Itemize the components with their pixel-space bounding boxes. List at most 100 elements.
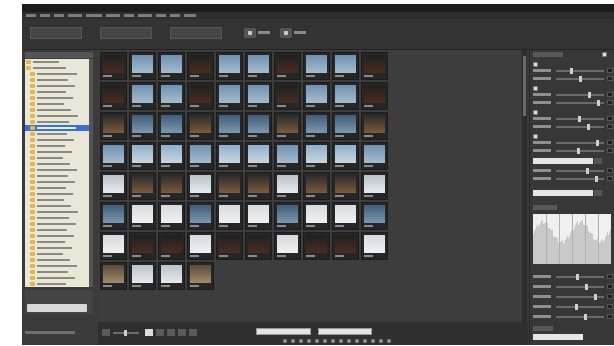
- thumbnail[interactable]: [100, 202, 127, 230]
- preset-dropdown[interactable]: [594, 158, 602, 164]
- folder-tree[interactable]: [25, 59, 89, 287]
- thumbnail[interactable]: [187, 112, 214, 140]
- adjust-slider[interactable]: [556, 100, 604, 106]
- nav-dot[interactable]: [371, 339, 375, 343]
- thumbnail[interactable]: [158, 112, 185, 140]
- thumbnail[interactable]: [303, 82, 330, 110]
- thumbnail[interactable]: [274, 142, 301, 170]
- auto-tone-checkbox[interactable]: [533, 62, 538, 67]
- adjust-slider[interactable]: [556, 284, 604, 290]
- slider-knob[interactable]: [596, 140, 599, 146]
- thumbnail[interactable]: [216, 82, 243, 110]
- thumbnail[interactable]: [216, 202, 243, 230]
- slider-value[interactable]: [607, 168, 613, 173]
- thumbnail[interactable]: [158, 82, 185, 110]
- thumbnail[interactable]: [187, 202, 214, 230]
- nav-dot[interactable]: [339, 339, 343, 343]
- adjust-slider[interactable]: [556, 314, 604, 320]
- panel-toggle[interactable]: [602, 52, 607, 57]
- thumbnail[interactable]: [245, 52, 272, 80]
- thumbnail[interactable]: [303, 112, 330, 140]
- tab-3[interactable]: [170, 27, 222, 39]
- adjust-slider[interactable]: [556, 140, 604, 146]
- thumbnail[interactable]: [274, 172, 301, 200]
- slider-knob[interactable]: [584, 314, 587, 320]
- filmstrip-view-button[interactable]: [178, 329, 186, 336]
- color-checkbox[interactable]: [533, 110, 538, 115]
- slider-value[interactable]: [607, 68, 613, 73]
- adjust-slider[interactable]: [556, 68, 604, 74]
- nav-dot[interactable]: [299, 339, 303, 343]
- tab-2[interactable]: [100, 27, 152, 39]
- filter-button[interactable]: [102, 329, 110, 336]
- adjust-slider[interactable]: [556, 294, 604, 300]
- adjust-slider[interactable]: [556, 168, 604, 174]
- menu-item-8[interactable]: [138, 14, 152, 17]
- thumbnail[interactable]: [274, 52, 301, 80]
- slider-value[interactable]: [607, 100, 613, 105]
- grid-view-button[interactable]: [156, 329, 164, 336]
- slider-value[interactable]: [607, 176, 613, 181]
- nav-dot[interactable]: [283, 339, 287, 343]
- tree-scrollbar[interactable]: [89, 59, 93, 287]
- nav-dot[interactable]: [307, 339, 311, 343]
- thumbnail[interactable]: [274, 82, 301, 110]
- menu-item-10[interactable]: [170, 14, 180, 17]
- list-view-button[interactable]: [167, 329, 175, 336]
- thumbnail[interactable]: [245, 142, 272, 170]
- adjust-slider[interactable]: [556, 124, 604, 130]
- adjust-slider[interactable]: [556, 76, 604, 82]
- slider-knob[interactable]: [586, 168, 589, 174]
- adjust-slider[interactable]: [556, 274, 604, 280]
- thumbnail[interactable]: [332, 82, 359, 110]
- thumbnail[interactable]: [245, 112, 272, 140]
- thumbnail[interactable]: [216, 112, 243, 140]
- thumbnail[interactable]: [361, 202, 388, 230]
- slider-value[interactable]: [607, 284, 613, 289]
- thumbnail[interactable]: [245, 232, 272, 260]
- thumbnail[interactable]: [361, 142, 388, 170]
- slider-knob[interactable]: [575, 304, 578, 310]
- menu-item-11[interactable]: [184, 14, 196, 17]
- menu-item-1[interactable]: [26, 14, 36, 17]
- slider-knob[interactable]: [578, 116, 581, 122]
- menu-item-5[interactable]: [86, 14, 102, 17]
- thumb-size-knob[interactable]: [124, 330, 127, 336]
- thumbnail[interactable]: [100, 52, 127, 80]
- thumbnail[interactable]: [100, 232, 127, 260]
- slider-value[interactable]: [607, 148, 613, 153]
- thumbnail[interactable]: [158, 232, 185, 260]
- preset-field[interactable]: [533, 158, 593, 164]
- nav-dot[interactable]: [379, 339, 383, 343]
- slider-value[interactable]: [607, 92, 613, 97]
- thumbnail[interactable]: [361, 52, 388, 80]
- thumbnail[interactable]: [100, 112, 127, 140]
- thumbnail[interactable]: [332, 52, 359, 80]
- thumbnail[interactable]: [100, 142, 127, 170]
- slider-knob[interactable]: [595, 176, 598, 182]
- slider-knob[interactable]: [585, 284, 588, 290]
- thumbnail[interactable]: [216, 142, 243, 170]
- thumbnail[interactable]: [332, 172, 359, 200]
- detail-checkbox[interactable]: [533, 134, 538, 139]
- thumbnail[interactable]: [303, 202, 330, 230]
- thumbnail[interactable]: [187, 82, 214, 110]
- thumbnail[interactable]: [187, 262, 214, 290]
- menu-item-7[interactable]: [124, 14, 134, 17]
- adjust-slider[interactable]: [556, 176, 604, 182]
- slider-knob[interactable]: [579, 76, 582, 82]
- menu-item-9[interactable]: [156, 14, 166, 17]
- menu-item-3[interactable]: [54, 14, 64, 17]
- menu-item-2[interactable]: [40, 14, 50, 17]
- rotate-right-button[interactable]: [280, 28, 292, 38]
- thumbnail[interactable]: [158, 52, 185, 80]
- nav-dot[interactable]: [363, 339, 367, 343]
- adjust-slider[interactable]: [556, 304, 604, 310]
- thumbnail[interactable]: [129, 82, 156, 110]
- profile-field[interactable]: [533, 190, 593, 196]
- thumbnail[interactable]: [245, 202, 272, 230]
- sidebar-button[interactable]: [27, 304, 87, 312]
- slider-value[interactable]: [607, 124, 613, 129]
- nav-dot[interactable]: [323, 339, 327, 343]
- slider-value[interactable]: [607, 294, 613, 299]
